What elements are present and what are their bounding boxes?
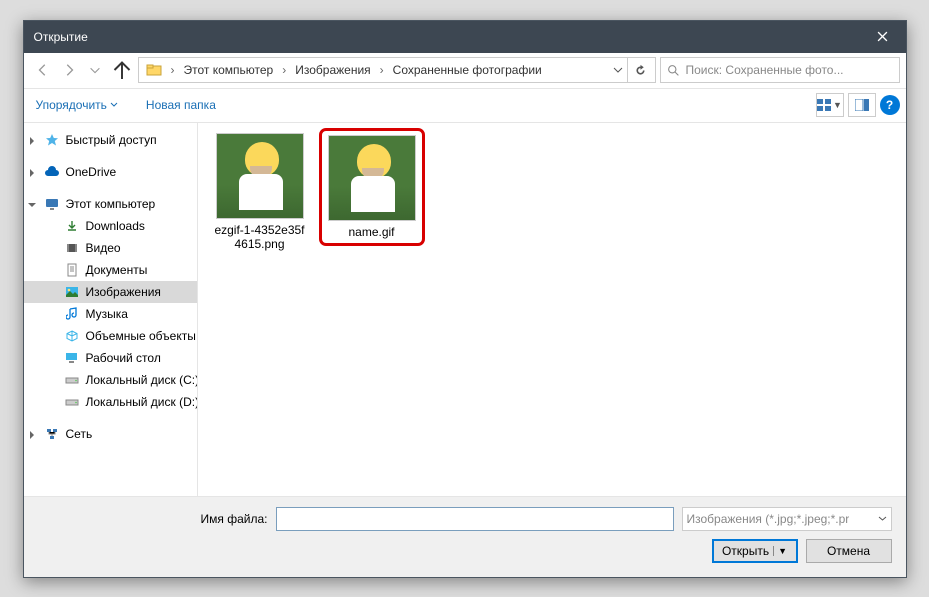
refresh-button[interactable] [627, 57, 653, 83]
arrow-left-icon [36, 63, 50, 77]
help-button[interactable]: ? [880, 95, 900, 115]
filename-label: Имя файла: [38, 512, 268, 526]
refresh-icon [634, 64, 647, 77]
folder-icon [141, 58, 167, 82]
monitor-icon [44, 196, 60, 212]
open-button[interactable]: Открыть ▼ [712, 539, 798, 563]
filetype-value: Изображения (*.jpg;*.jpeg;*.pr [687, 512, 850, 526]
breadcrumb-this-pc[interactable]: Этот компьютер [179, 58, 279, 82]
nav-row: › Этот компьютер › Изображения › Сохране… [24, 53, 906, 89]
sidebar-item-desktop[interactable]: Рабочий стол [24, 347, 197, 369]
chevron-down-icon [613, 65, 623, 75]
sidebar-item-music[interactable]: Музыка [24, 303, 197, 325]
recent-dropdown[interactable] [82, 57, 108, 83]
picture-icon [64, 284, 80, 300]
arrow-right-icon [62, 63, 76, 77]
sidebar-item-downloads[interactable]: Downloads [24, 215, 197, 237]
cancel-button[interactable]: Отмена [806, 539, 892, 563]
sidebar-item-local-disk-c[interactable]: Локальный диск (C:) [24, 369, 197, 391]
chevron-down-icon [878, 514, 887, 523]
back-button[interactable] [30, 57, 56, 83]
nav-arrows [30, 57, 134, 83]
open-file-dialog: Открытие › Этот компьютер › Изображения … [23, 20, 907, 578]
titlebar: Открытие [24, 21, 906, 53]
search-input[interactable]: Поиск: Сохраненные фото... [660, 57, 900, 83]
dialog-title: Открытие [34, 30, 88, 44]
chevron-down-icon [88, 63, 102, 77]
sidebar-item-quick-access[interactable]: Быстрый доступ [24, 129, 197, 151]
sidebar-item-this-pc[interactable]: Этот компьютер [24, 193, 197, 215]
close-button[interactable] [860, 21, 906, 53]
thumbnails-icon [817, 99, 831, 111]
sidebar-item-3d-objects[interactable]: Объемные объекты [24, 325, 197, 347]
address-dropdown[interactable] [609, 65, 627, 75]
file-item[interactable]: ezgif-1-4352e35f4615.png [212, 133, 308, 252]
thumbnail [328, 135, 416, 221]
address-bar[interactable]: › Этот компьютер › Изображения › Сохране… [138, 57, 656, 83]
drive-icon [64, 394, 80, 410]
breadcrumb-pictures[interactable]: Изображения [290, 58, 375, 82]
drive-icon [64, 372, 80, 388]
preview-pane-button[interactable] [848, 93, 876, 117]
filetype-dropdown[interactable]: Изображения (*.jpg;*.jpeg;*.pr [682, 507, 892, 531]
thumbnail [216, 133, 304, 219]
file-list: ezgif-1-4352e35f4615.png name.gif [198, 123, 906, 496]
download-icon [64, 218, 80, 234]
filename-input[interactable] [276, 507, 674, 531]
file-item-selected[interactable]: name.gif [324, 133, 420, 241]
view-mode-button[interactable]: ▼ [816, 93, 844, 117]
cloud-icon [44, 164, 60, 180]
help-icon: ? [886, 98, 893, 112]
search-icon [667, 64, 680, 77]
breadcrumb-saved-photos[interactable]: Сохраненные фотографии [388, 58, 547, 82]
bottom-panel: Имя файла: Изображения (*.jpg;*.jpeg;*.p… [24, 496, 906, 577]
sidebar: Быстрый доступ OneDrive Этот компьютер D… [24, 123, 198, 496]
network-icon [44, 426, 60, 442]
sidebar-item-pictures[interactable]: Изображения [24, 281, 197, 303]
sidebar-item-onedrive[interactable]: OneDrive [24, 161, 197, 183]
chevron-right-icon: › [278, 63, 290, 77]
search-placeholder: Поиск: Сохраненные фото... [686, 63, 844, 77]
desktop-icon [64, 350, 80, 366]
organize-menu[interactable]: Упорядочить [30, 94, 124, 116]
sidebar-item-network[interactable]: Сеть [24, 423, 197, 445]
music-icon [64, 306, 80, 322]
chevron-down-icon [110, 101, 118, 109]
preview-pane-icon [855, 99, 869, 111]
new-folder-button[interactable]: Новая папка [140, 94, 222, 116]
chevron-down-icon: ▼ [773, 546, 787, 556]
forward-button[interactable] [56, 57, 82, 83]
toolbar: Упорядочить Новая папка ▼ ? [24, 89, 906, 123]
sidebar-item-local-disk-d[interactable]: Локальный диск (D:) [24, 391, 197, 413]
star-icon [44, 132, 60, 148]
file-name: name.gif [348, 225, 394, 239]
close-icon [877, 31, 888, 42]
sidebar-item-documents[interactable]: Документы [24, 259, 197, 281]
chevron-right-icon: › [167, 63, 179, 77]
file-name: ezgif-1-4352e35f4615.png [212, 223, 308, 252]
sidebar-item-videos[interactable]: Видео [24, 237, 197, 259]
cube-icon [64, 328, 80, 344]
up-button[interactable] [110, 58, 134, 82]
document-icon [64, 262, 80, 278]
chevron-right-icon: › [376, 63, 388, 77]
film-icon [64, 240, 80, 256]
arrow-up-icon [110, 58, 134, 82]
